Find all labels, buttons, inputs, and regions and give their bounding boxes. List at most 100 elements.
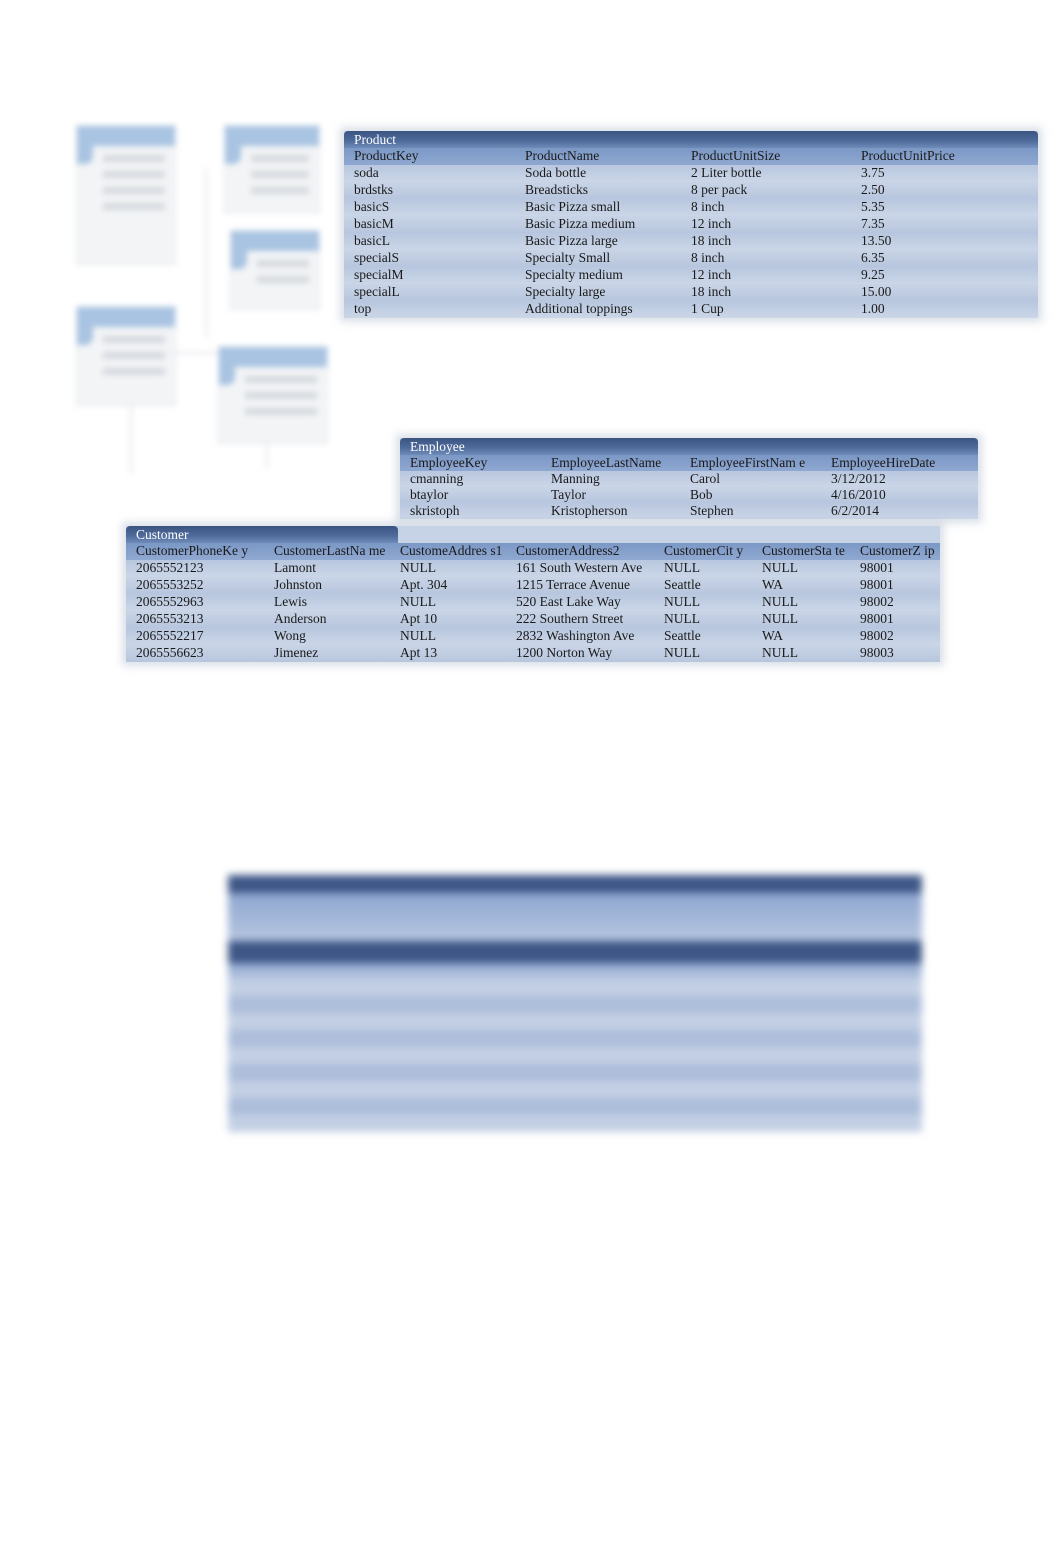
table-cell: Jimenez — [274, 645, 319, 660]
diagram-connector — [174, 352, 218, 354]
column-header: CustomerLastNa me — [274, 543, 386, 558]
table-cell: 2065553252 — [136, 577, 204, 592]
column-header: CustomerSta te — [762, 543, 845, 558]
table-cell: 520 East Lake Way — [516, 594, 621, 609]
column-header: EmployeeKey — [410, 455, 488, 470]
table-cell: 222 Southern Street — [516, 611, 624, 626]
table-cell: Kristopherson — [551, 503, 628, 518]
column-header: CustomerPhoneKe y — [136, 543, 249, 558]
table-row: basicL Basic Pizza large 18 inch 13.50 — [344, 233, 1038, 250]
table-cell: 98001 — [860, 611, 894, 626]
table-cell: 2065552217 — [136, 628, 204, 643]
table-row: brdstks Breadsticks 8 per pack 2.50 — [344, 182, 1038, 199]
table-cell: 18 inch — [691, 284, 732, 299]
header-row: ProductKey ProductName ProductUnitSize Prod… — [344, 148, 1038, 165]
table-cell: Anderson — [274, 611, 327, 626]
table-cell: btaylor — [410, 487, 449, 502]
column-header: ProductUnitPrice — [861, 148, 955, 163]
column-header: ProductName — [525, 148, 600, 163]
table-cell: Wong — [274, 628, 306, 643]
table-title: Customer — [126, 526, 398, 543]
table-cell: basicS — [354, 199, 390, 214]
table-cell: 3.75 — [861, 165, 885, 180]
table-cell: Apt 10 — [400, 611, 438, 626]
table-row: btaylor Taylor Bob 4/16/2010 — [400, 487, 978, 503]
table-row: top Additional toppings 1 Cup 1.00 — [344, 301, 1038, 318]
table-cell: specialS — [354, 250, 399, 265]
table-cell: Seattle — [664, 628, 701, 643]
table-cell: basicM — [354, 216, 394, 231]
table-cell: NULL — [762, 594, 798, 609]
table-cell: soda — [354, 165, 379, 180]
table-cell: 12 inch — [691, 267, 732, 282]
table-cell: NULL — [762, 645, 798, 660]
table-cell: 1200 Norton Way — [516, 645, 613, 660]
table-cell: Carol — [690, 471, 720, 486]
table-cell: 6/2/2014 — [831, 503, 880, 518]
table-cell: 161 South Western Ave — [516, 560, 643, 575]
customer-table: Customer CustomerPhoneKe y CustomerLastNa… — [126, 526, 940, 662]
table-cell: Apt 13 — [400, 645, 438, 660]
table-cell: 5.35 — [861, 199, 885, 214]
diagram-entity-box — [230, 230, 320, 310]
table-cell: 8 per pack — [691, 182, 748, 197]
table-cell: Soda bottle — [525, 165, 587, 180]
table-cell: 98003 — [860, 645, 894, 660]
table-cell: 15.00 — [861, 284, 892, 299]
table-cell: 18 inch — [691, 233, 732, 248]
table-cell: 9.25 — [861, 267, 885, 282]
table-row: 2065553213 Anderson Apt 10 222 Southern Str… — [126, 611, 940, 628]
table-cell: 8 inch — [691, 250, 725, 265]
blurred-table — [228, 875, 922, 1140]
employee-table: Employee EmployeeKey EmployeeLastName Empl… — [400, 438, 978, 519]
table-row: specialL Specialty large 18 inch 15.00 — [344, 284, 1038, 301]
table-cell: cmanning — [410, 471, 464, 486]
table-cell: NULL — [400, 594, 436, 609]
table-cell: NULL — [400, 628, 436, 643]
header-row: CustomerPhoneKe y CustomerLastNa me Custom… — [126, 543, 940, 560]
table-cell: Lamont — [274, 560, 316, 575]
table-cell: Taylor — [551, 487, 587, 502]
table-cell: 12 inch — [691, 216, 732, 231]
diagram-connector — [130, 404, 132, 474]
table-row: cmanning Manning Carol 3/12/2012 — [400, 471, 978, 487]
table-cell: 2065552123 — [136, 560, 204, 575]
table-cell: NULL — [664, 645, 700, 660]
table-row: basicM Basic Pizza medium 12 inch 7.35 — [344, 216, 1038, 233]
diagram-entity-box — [76, 306, 176, 406]
table-cell: Bob — [690, 487, 713, 502]
column-header: CustomeAddres s1 — [400, 543, 503, 558]
table-cell: top — [354, 301, 372, 316]
table-cell: NULL — [664, 560, 700, 575]
table-cell: 2.50 — [861, 182, 885, 197]
table-cell: Basic Pizza small — [525, 199, 621, 214]
column-header: EmployeeLastName — [551, 455, 662, 470]
table-cell: WA — [762, 577, 783, 592]
table-cell: Johnston — [274, 577, 323, 592]
product-table: Product ProductKey ProductName ProductUnit… — [344, 131, 1038, 318]
table-cell: 1 Cup — [691, 301, 724, 316]
table-row: 2065552123 Lamont NULL 161 South Western Av… — [126, 560, 940, 577]
table-cell: 2 Liter bottle — [691, 165, 762, 180]
diagram-entity-box — [224, 125, 320, 213]
table-cell: brdstks — [354, 182, 394, 197]
table-cell: NULL — [664, 611, 700, 626]
table-title: Employee — [400, 438, 978, 455]
table-cell: skristoph — [410, 503, 460, 518]
table-cell: Additional toppings — [525, 301, 633, 316]
table-cell: 98002 — [860, 628, 894, 643]
table-cell: Breadsticks — [525, 182, 588, 197]
table-cell: specialL — [354, 284, 400, 299]
table-cell: 2065556623 — [136, 645, 204, 660]
table-cell: Seattle — [664, 577, 701, 592]
table-row: 2065552963 Lewis NULL 520 East Lake Way NULL… — [126, 594, 940, 611]
column-header: CustomerCit y — [664, 543, 744, 558]
table-cell: basicL — [354, 233, 390, 248]
table-cell: Apt. 304 — [400, 577, 448, 592]
table-cell: WA — [762, 628, 783, 643]
table-cell: 2065553213 — [136, 611, 204, 626]
table-row: basicS Basic Pizza small 8 inch 5.35 — [344, 199, 1038, 216]
table-cell: Lewis — [274, 594, 307, 609]
table-cell: 1.00 — [861, 301, 885, 316]
table-cell: 13.50 — [861, 233, 892, 248]
